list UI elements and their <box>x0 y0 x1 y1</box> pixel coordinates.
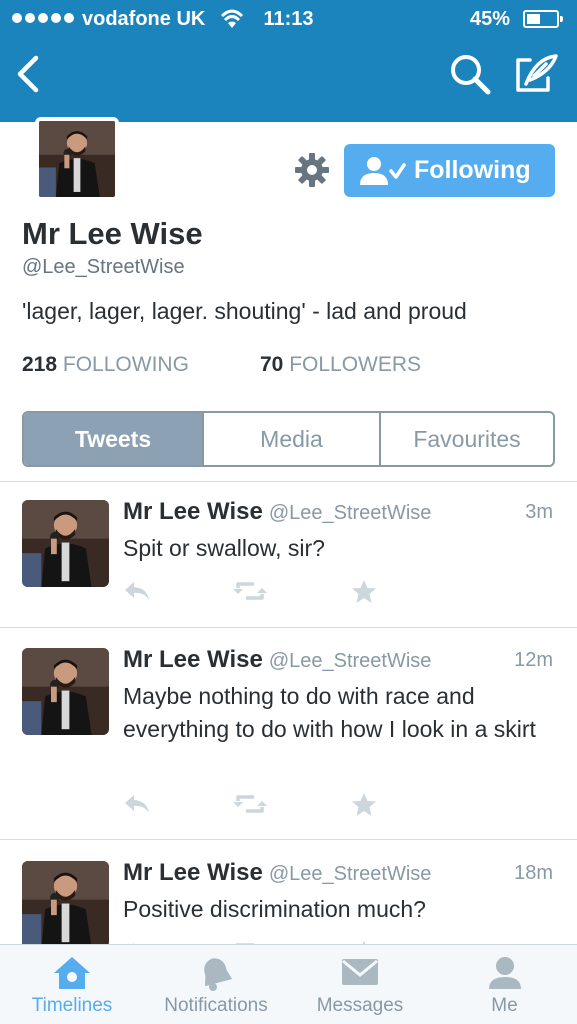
tab-notifications[interactable]: Notifications <box>144 945 288 1024</box>
profile-name: Mr Lee Wise <box>22 216 203 251</box>
tweet-author-handle: @Lee_StreetWise <box>268 863 432 885</box>
envelope-icon <box>342 959 378 985</box>
tab-me-label: Me <box>491 995 518 1016</box>
tweet-author-name: Mr Lee Wise <box>123 646 263 673</box>
favourite-icon[interactable] <box>350 791 378 819</box>
tweet[interactable]: Mr Lee Wise @Lee_StreetWise 18m Positive … <box>0 859 577 944</box>
profile-handle: @Lee_StreetWise <box>22 256 185 278</box>
followers-count: 70 <box>260 353 284 376</box>
tab-timelines-label: Timelines <box>31 995 113 1016</box>
followers-label: FOLLOWERS <box>289 353 422 376</box>
tweet-author-name: Mr Lee Wise <box>123 859 263 886</box>
chevron-left-icon <box>17 55 39 93</box>
compose-icon <box>516 54 558 92</box>
person-icon <box>488 957 521 989</box>
battery-icon <box>523 10 563 28</box>
compose-button[interactable] <box>512 52 560 96</box>
profile-avatar[interactable] <box>35 117 119 201</box>
tweet-avatar[interactable] <box>22 648 109 735</box>
tweet-text: Spit or swallow, sir? <box>123 535 325 561</box>
tweet[interactable]: Mr Lee Wise @Lee_StreetWise 12m Maybe not… <box>0 646 577 839</box>
reply-icon[interactable] <box>122 791 152 817</box>
tweet-author: Mr Lee Wise @Lee_StreetWise <box>123 646 431 674</box>
person-check-icon <box>360 156 406 185</box>
tweet-author-handle: @Lee_StreetWise <box>268 502 432 524</box>
followers-stat[interactable]: 70 FOLLOWERS <box>260 353 421 377</box>
status-bar: vodafone UK 11:13 45% <box>0 0 577 38</box>
following-count: 218 <box>22 353 58 376</box>
search-icon <box>451 55 491 95</box>
tweet-text: Maybe nothing to do with race and everyt… <box>123 683 536 742</box>
tweet-author: Mr Lee Wise @Lee_StreetWise <box>123 498 431 526</box>
profile-bio: 'lager, lager, lager. shouting' - lad an… <box>22 298 467 324</box>
tab-messages-label: Messages <box>316 995 404 1016</box>
app-header: vodafone UK 11:13 45% <box>0 0 577 122</box>
retweet-icon[interactable] <box>232 578 268 604</box>
status-time: 11:13 <box>263 8 314 30</box>
retweet-icon[interactable] <box>232 791 268 817</box>
tweet-author-handle: @Lee_StreetWise <box>268 650 432 672</box>
tab-notifications-label: Notifications <box>164 995 268 1016</box>
tweet-author-name: Mr Lee Wise <box>123 498 263 525</box>
search-button[interactable] <box>448 52 492 96</box>
divider <box>0 839 577 840</box>
tweet[interactable]: Mr Lee Wise @Lee_StreetWise 3m Spit or sw… <box>0 498 577 626</box>
tweet-actions <box>120 791 380 821</box>
tweet-time: 3m <box>525 501 553 523</box>
tab-timelines[interactable]: Timelines <box>0 945 144 1024</box>
profile-stats: 218 FOLLOWING 70 FOLLOWERS <box>22 353 421 377</box>
divider <box>0 481 577 482</box>
following-stat[interactable]: 218 FOLLOWING <box>22 353 189 376</box>
divider <box>0 627 577 628</box>
tab-messages[interactable]: Messages <box>288 945 432 1024</box>
bell-icon <box>204 958 233 991</box>
home-icon <box>54 957 90 989</box>
gear-icon[interactable] <box>292 150 332 190</box>
profile-tabs: Tweets Media Favourites <box>22 411 555 467</box>
tab-tweets[interactable]: Tweets <box>24 413 202 465</box>
tweet-avatar[interactable] <box>22 861 109 944</box>
battery-percentage: 45% <box>470 8 511 30</box>
tweet-actions <box>120 578 380 608</box>
reply-icon[interactable] <box>122 578 152 604</box>
following-label: FOLLOWING <box>62 353 189 376</box>
tab-media[interactable]: Media <box>202 413 379 465</box>
tweet-time: 12m <box>514 649 553 671</box>
tweet-text: Positive discrimination much? <box>123 896 426 922</box>
tweet-author: Mr Lee Wise @Lee_StreetWise <box>123 859 431 887</box>
tab-me[interactable]: Me <box>432 945 577 1024</box>
back-button[interactable] <box>12 52 48 96</box>
tab-favourites[interactable]: Favourites <box>379 413 553 465</box>
bottom-tab-bar: Timelines Notifications Messages Me <box>0 944 577 1024</box>
tweet-avatar[interactable] <box>22 500 109 587</box>
tweet-time: 18m <box>514 862 553 884</box>
following-button-label: Following <box>414 156 531 184</box>
following-button[interactable]: Following <box>344 144 555 197</box>
favourite-icon[interactable] <box>350 578 378 606</box>
